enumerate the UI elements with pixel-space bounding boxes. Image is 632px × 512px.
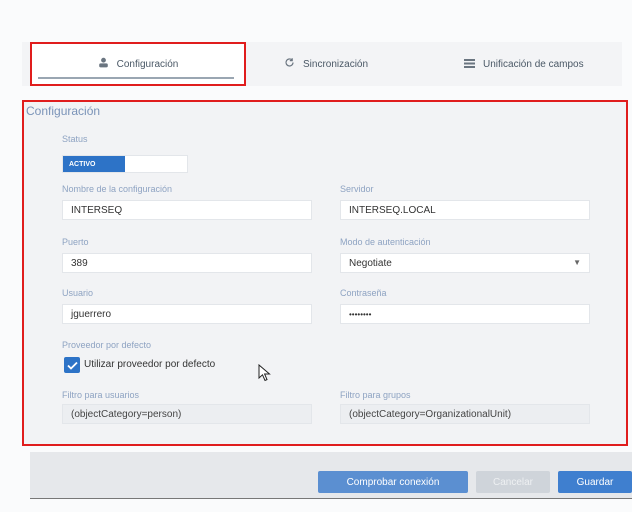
refresh-icon [284,57,295,71]
group-filter-field[interactable]: (objectCategory=OrganizationalUnit) [340,404,590,424]
tab-unificacion[interactable]: Unificación de campos [464,42,584,86]
group-filter-label: Filtro para grupos [340,390,411,400]
section-title: Configuración [26,104,101,118]
password-field[interactable]: •••••••• [340,304,590,324]
auth-mode-value: Negotiate [349,257,392,269]
status-label: Status [62,134,88,144]
config-name-field[interactable]: INTERSEQ [62,200,312,220]
default-provider-checkbox[interactable] [64,357,80,373]
status-toggle[interactable]: ACTIVO [62,155,188,173]
mouse-cursor-icon [258,363,272,387]
save-button[interactable]: Guardar [558,471,632,493]
auth-mode-label: Modo de autenticación [340,237,431,247]
user-filter-field[interactable]: (objectCategory=person) [62,404,312,424]
cancel-button[interactable]: Cancelar [476,471,550,493]
tab-sincronizacion-label: Sincronización [303,58,369,70]
server-label: Servidor [340,184,374,194]
list-icon [464,58,475,71]
tab-unificacion-label: Unificación de campos [483,58,584,70]
config-name-label: Nombre de la configuración [62,184,173,194]
user-field[interactable]: jguerrero [62,304,312,324]
status-toggle-on: ACTIVO [63,156,125,172]
tab-sincronizacion[interactable]: Sincronización [284,42,368,86]
auth-mode-select[interactable]: Negotiate ▼ [340,253,590,273]
default-provider-label: Proveedor por defecto [62,340,152,350]
tab-configuracion[interactable]: Configuración [30,42,246,86]
active-tab-indicator [38,77,234,79]
server-field[interactable]: INTERSEQ.LOCAL [340,200,590,220]
tab-bar: Configuración Sincronización Unificación… [22,42,622,86]
user-label: Usuario [62,288,94,298]
user-icon [98,57,109,71]
password-label: Contraseña [340,288,387,298]
port-label: Puerto [62,237,89,247]
check-connection-button[interactable]: Comprobar conexión [318,471,468,493]
checkmark-icon [66,361,78,370]
user-filter-label: Filtro para usuarios [62,390,140,400]
tab-configuracion-label: Configuración [116,58,179,70]
port-field[interactable]: 389 [62,253,312,273]
caret-down-icon: ▼ [573,258,581,267]
default-provider-checkbox-label[interactable]: Utilizar proveedor por defecto [84,359,215,370]
